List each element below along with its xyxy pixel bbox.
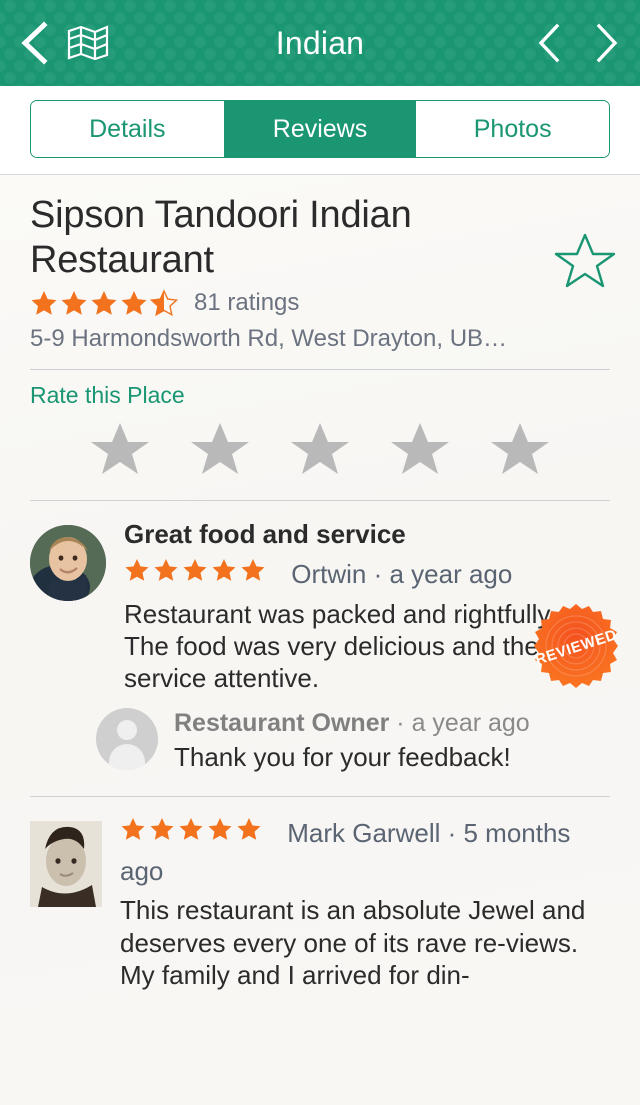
review-item[interactable]: Mark Garwell · 5 months ago This restaur… (0, 797, 640, 991)
review-meta: Mark Garwell · 5 months ago (120, 815, 616, 890)
reply-text: Thank you for your feedback! (174, 742, 511, 773)
review-separator: · (440, 817, 464, 848)
next-place-button[interactable] (592, 22, 622, 64)
place-rating-stars (30, 288, 182, 317)
ratings-count: 81 ratings (194, 288, 300, 316)
place-name: Sipson Tandoori Indian Restaurant (30, 194, 412, 281)
tab-reviews[interactable]: Reviews (223, 101, 417, 157)
rate-star-input[interactable] (30, 409, 610, 484)
place-rating-row: 81 ratings (30, 289, 610, 317)
review-stars (124, 558, 281, 589)
rate-star-5[interactable] (489, 419, 551, 484)
review-author: Ortwin (291, 558, 367, 589)
reviews-content: Sipson Tandoori Indian Restaurant 81 rat… (0, 175, 640, 1105)
reply-meta: Restaurant Owner · a year ago (174, 708, 610, 739)
review-stars (120, 817, 277, 848)
rate-star-3[interactable] (289, 419, 351, 484)
previous-place-button[interactable] (534, 22, 564, 64)
place-address: 5-9 Harmondsworth Rd, West Drayton, UB… (30, 324, 508, 352)
review-time: a year ago (389, 558, 513, 589)
review-item[interactable]: Great food and service Ortwin · a year a… (0, 501, 640, 695)
back-button[interactable] (18, 20, 52, 66)
rate-this-place-label[interactable]: Rate this Place (30, 382, 610, 409)
reviewed-badge: REVIEWED (530, 601, 622, 693)
avatar (30, 524, 106, 601)
rate-this-place-block: Rate this Place (0, 370, 640, 484)
tab-bar: Details Reviews Photos (0, 86, 640, 175)
reply-time: a year ago (411, 709, 530, 738)
avatar-placeholder-icon (96, 708, 158, 771)
tab-details[interactable]: Details (31, 101, 224, 157)
map-icon[interactable] (66, 23, 110, 63)
tab-photos[interactable]: Photos (416, 101, 609, 157)
rate-star-2[interactable] (189, 419, 251, 484)
owner-reply: Restaurant Owner · a year ago Thank you … (0, 694, 640, 774)
rate-star-4[interactable] (389, 419, 451, 484)
reply-author: Restaurant Owner (174, 709, 390, 738)
favorite-star-icon[interactable] (554, 231, 616, 296)
review-separator: · (366, 558, 390, 589)
review-title: Great food and service (124, 518, 406, 549)
app-header: Indian (0, 0, 640, 86)
review-text: This restaurant is an absolute Jewel and… (120, 895, 586, 990)
place-summary: Sipson Tandoori Indian Restaurant 81 rat… (0, 175, 640, 353)
review-meta: Ortwin · a year ago (124, 556, 616, 594)
avatar (30, 820, 102, 907)
rate-star-1[interactable] (89, 419, 151, 484)
reply-separator: · (389, 709, 412, 738)
review-author: Mark Garwell (287, 817, 441, 848)
